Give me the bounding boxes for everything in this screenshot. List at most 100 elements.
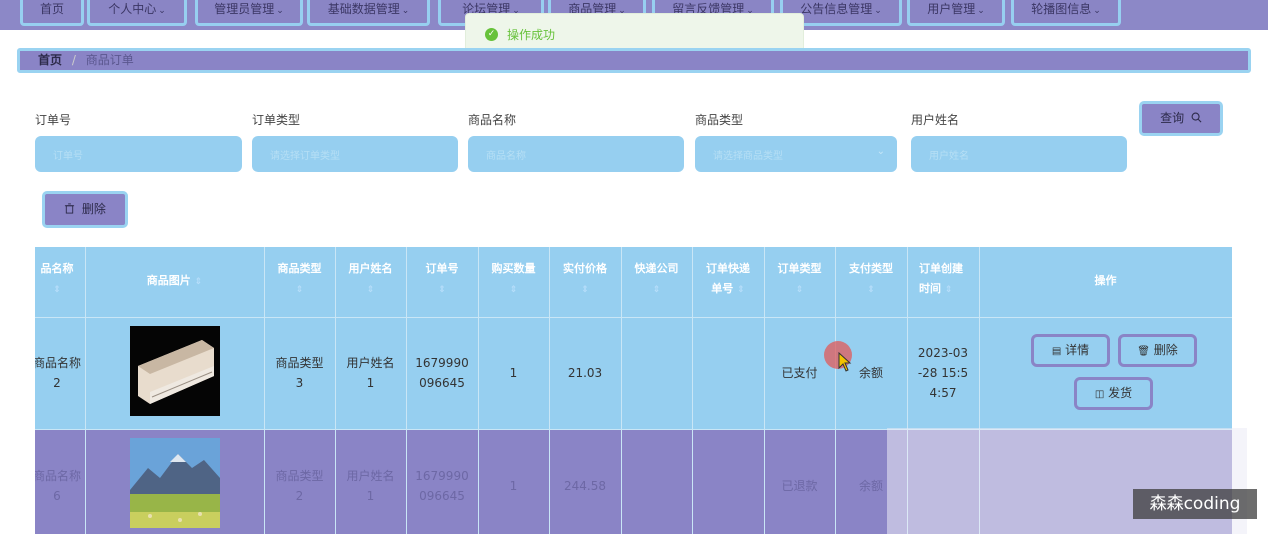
user-name-placeholder: 用户姓名 — [929, 151, 969, 162]
header-qty[interactable]: 购买数量 ⇕ — [478, 259, 549, 300]
user-name-label: 用户姓名 — [911, 113, 960, 127]
nav-label: 基础数据管理 — [327, 2, 400, 16]
order-no-label: 订单号 — [35, 113, 72, 127]
header-tracking-no[interactable]: 订单快递 单号 ⇕ — [692, 259, 764, 300]
mouse-pointer-icon — [838, 352, 852, 372]
header-label: 支付类型 — [849, 262, 893, 275]
nav-label: 首页 — [39, 2, 64, 16]
sort-icon: ⇕ — [652, 285, 661, 295]
breadcrumb-separator: / — [71, 53, 76, 67]
header-order-no[interactable]: 订单号 ⇕ — [406, 259, 478, 300]
ship-label: 发货 — [1108, 386, 1133, 400]
header-goods-type[interactable]: 商品类型 ⇕ — [264, 259, 335, 300]
nav-item-carousel[interactable]: 轮播图信息 ⌄ — [1011, 0, 1121, 26]
detail-button[interactable]: ▤ 详情 — [1031, 334, 1110, 367]
goods-type-select[interactable]: 请选择商品类型 ⌄ — [695, 136, 897, 172]
sort-icon: ⇕ — [795, 285, 804, 295]
nav-label: 管理员管理 — [214, 2, 275, 16]
cell-order-no: 1679990 096645 — [406, 466, 478, 506]
cell-goods-type: 商品类型 2 — [264, 466, 335, 506]
header-label: 时间 — [919, 282, 941, 295]
detail-label: 详情 — [1065, 343, 1090, 357]
nav-item-users[interactable]: 用户管理 ⌄ — [907, 0, 1005, 26]
header-goods-name[interactable]: 品名称 ⇕ — [35, 259, 83, 300]
user-name-input[interactable]: 用户姓名 — [911, 136, 1127, 172]
chevron-down-icon: ⌄ — [1093, 6, 1101, 16]
header-label: 实付价格 — [563, 262, 607, 275]
cell-text: 096645 — [419, 489, 465, 503]
delete-label: 删除 — [1153, 343, 1178, 357]
trash-icon — [64, 203, 75, 214]
chevron-down-icon: ⌄ — [158, 6, 166, 16]
goods-name-placeholder: 商品名称 — [486, 151, 526, 162]
header-label: 订单号 — [425, 262, 459, 275]
nav-label: 轮播图信息 — [1031, 2, 1092, 16]
search-icon — [1191, 112, 1202, 123]
watermark: 森森coding — [1133, 489, 1257, 519]
order-no-placeholder: 订单号 — [53, 151, 83, 162]
header-created-time[interactable]: 订单创建时间 ⇕ — [907, 259, 979, 300]
breadcrumb-home[interactable]: 首页 — [38, 53, 62, 67]
nav-item-basic-data[interactable]: 基础数据管理 ⌄ — [307, 0, 430, 26]
header-label: 商品类型 — [277, 262, 322, 275]
cell-text: 商品名称 — [35, 469, 81, 483]
nav-item-admin-manage[interactable]: 管理员管理 ⌄ — [195, 0, 303, 26]
cell-text: 2023-03 — [917, 346, 969, 360]
header-user-name[interactable]: 用户姓名 ⇕ — [335, 259, 406, 300]
chevron-down-icon: ⌄ — [876, 146, 885, 157]
order-type-label: 订单类型 — [252, 113, 301, 127]
cell-text: 3 — [295, 376, 304, 390]
header-order-type[interactable]: 订单类型 ⇕ — [764, 259, 835, 300]
header-label: 购买数量 — [491, 262, 536, 275]
header-operations: 操作 — [979, 271, 1232, 291]
cell-goods-type: 商品类型 3 — [264, 353, 335, 393]
sort-icon: ⇕ — [944, 285, 953, 295]
goods-image — [130, 326, 220, 416]
cell-text: 1679990 — [415, 356, 469, 370]
header-courier[interactable]: 快递公司 ⇕ — [621, 259, 692, 300]
nav-item-home[interactable]: 首页 — [20, 0, 84, 26]
query-button[interactable]: 查询 — [1139, 101, 1223, 136]
header-label: 品名称 — [40, 262, 74, 275]
sort-icon: ⇕ — [53, 285, 61, 295]
document-icon: ▤ — [1051, 346, 1062, 357]
nav-item-personal-center[interactable]: 个人中心 ⌄ — [87, 0, 187, 26]
goods-name-label: 商品名称 — [468, 113, 517, 127]
sort-icon: ⇕ — [295, 285, 304, 295]
trash-icon: 🗑︎ — [1137, 346, 1150, 357]
sort-icon: ⇕ — [509, 285, 518, 295]
delete-button[interactable]: 🗑︎ 删除 — [1118, 334, 1197, 367]
goods-name-input[interactable]: 商品名称 — [468, 136, 684, 172]
cell-text: 2 — [53, 376, 61, 390]
nav-label: 用户管理 — [927, 2, 976, 16]
cell-text: -28 15:5 — [917, 366, 969, 380]
header-label: 订单快递 — [706, 262, 750, 275]
sort-icon: ⇕ — [581, 285, 589, 295]
sort-icon: ⇕ — [867, 285, 875, 295]
cell-goods-name: 商品名称 2 — [35, 353, 83, 393]
breadcrumb-current: 商品订单 — [85, 53, 134, 67]
header-label: 商品图片 — [146, 274, 191, 287]
header-label: 用户姓名 — [348, 262, 393, 275]
nav-label: 个人中心 — [108, 2, 157, 16]
cell-text: 商品类型 — [275, 356, 324, 370]
header-label: 单号 — [711, 282, 734, 295]
book-icon: ◫ — [1094, 389, 1105, 400]
ship-button[interactable]: ◫ 发货 — [1074, 377, 1153, 410]
header-goods-image[interactable]: 商品图片 ⇕ — [85, 271, 264, 292]
cell-text: 096645 — [419, 376, 465, 390]
header-label: 订单创建 — [919, 262, 963, 275]
header-pay-type[interactable]: 支付类型 ⇕ — [835, 259, 907, 300]
chevron-down-icon: ⌄ — [874, 6, 882, 16]
cell-text: 4:57 — [929, 386, 957, 400]
header-price[interactable]: 实付价格 ⇕ — [549, 259, 621, 300]
cell-text: 用户姓名 — [346, 469, 395, 483]
query-label: 查询 — [1160, 111, 1185, 125]
cell-user-name: 用户姓名 1 — [335, 466, 406, 506]
mountain-landscape-icon — [130, 438, 220, 528]
batch-delete-button[interactable]: 删除 — [42, 191, 128, 228]
batch-delete-label: 删除 — [81, 202, 106, 216]
order-type-select[interactable]: 请选择订单类型 — [252, 136, 458, 172]
order-no-input[interactable]: 订单号 — [35, 136, 242, 172]
sort-icon: ⇕ — [366, 285, 375, 295]
